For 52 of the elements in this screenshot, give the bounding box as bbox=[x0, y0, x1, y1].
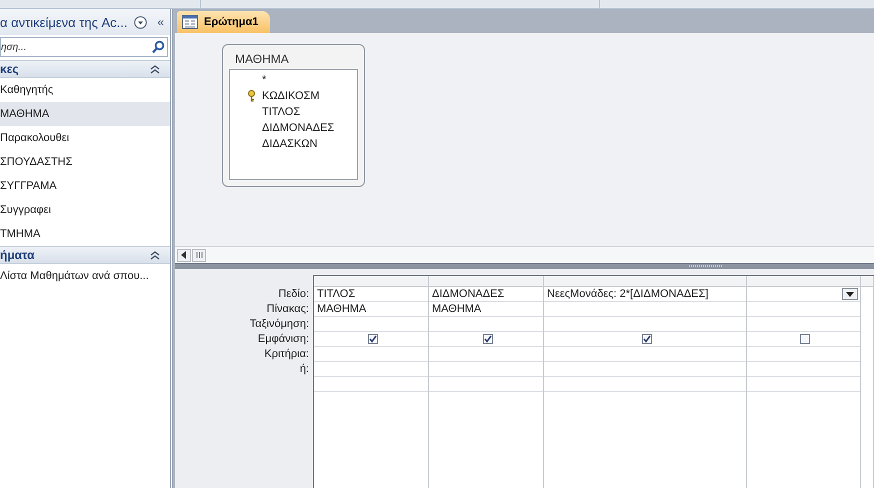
grid-cell[interactable]: ΔΙΔΜΟΝΑΔΕΣ bbox=[429, 287, 543, 302]
show-checkbox[interactable] bbox=[642, 334, 652, 344]
field-name[interactable]: * bbox=[250, 72, 357, 88]
grid-cell[interactable] bbox=[747, 287, 860, 302]
row-label: Πίνακας: bbox=[266, 302, 309, 317]
dropdown-button[interactable] bbox=[842, 288, 858, 300]
row-label: Ταξινόμηση: bbox=[250, 317, 309, 332]
group-header[interactable]: κες bbox=[0, 60, 170, 78]
left-arrow-icon bbox=[181, 251, 187, 259]
nav-item[interactable]: Συγγραφει bbox=[0, 198, 170, 222]
grid-cell[interactable]: ΝεεςΜονάδες: 2*[ΔΙΔΜΟΝΑΔΕΣ] bbox=[544, 287, 746, 302]
field-name[interactable]: ΔΙΔΑΣΚΩΝ bbox=[250, 136, 357, 152]
field-name[interactable]: ΤΙΤΛΟΣ bbox=[250, 104, 357, 120]
column-selector[interactable] bbox=[314, 276, 428, 287]
caret-icon bbox=[846, 292, 854, 296]
column-selector[interactable] bbox=[429, 276, 543, 287]
pane-title: α αντικείμενα της Ac... bbox=[0, 14, 129, 30]
grid-cell[interactable]: ΜΑΘΗΜΑ bbox=[314, 302, 428, 317]
field-name[interactable]: ΔΙΔΜΟΝΑΔΕΣ bbox=[250, 120, 357, 136]
column-selector[interactable] bbox=[544, 276, 746, 287]
dropdown-icon[interactable] bbox=[134, 16, 148, 28]
show-checkbox[interactable] bbox=[800, 334, 810, 344]
row-label: Κριτήρια: bbox=[264, 347, 309, 362]
show-checkbox[interactable] bbox=[482, 334, 492, 344]
grip-lines-icon bbox=[196, 252, 202, 258]
scroll-left-button[interactable] bbox=[177, 248, 191, 262]
row-label: ή: bbox=[300, 362, 309, 377]
group-title: ήματα bbox=[0, 248, 34, 262]
nav-item[interactable]: Παρακολουθει bbox=[0, 126, 170, 150]
group-header[interactable]: ήματα bbox=[0, 246, 170, 264]
query-icon bbox=[182, 15, 198, 29]
row-label: Εμφάνιση: bbox=[258, 332, 309, 347]
nav-item[interactable]: ΣΥΓΓΡΑΜΑ bbox=[0, 174, 170, 198]
group-title: κες bbox=[0, 62, 19, 76]
table-box[interactable]: ΜΑΘΗΜΑ * ΚΩΔΙΚΟΣΜ ΤΙΤΛΟΣ ΔΙΔΜΟΝΑΔΕΣ ΔΙΔΑΣΚΩΝ bbox=[222, 44, 365, 187]
nav-item[interactable]: ΜΑΘΗΜΑ bbox=[0, 102, 170, 126]
collapse-button[interactable]: « bbox=[155, 15, 166, 29]
nav-item[interactable]: ΤΜΗΜΑ bbox=[0, 222, 170, 246]
chevron-icon[interactable] bbox=[150, 64, 160, 74]
grid-cell[interactable]: ΜΑΘΗΜΑ bbox=[429, 302, 543, 317]
chevron-icon[interactable] bbox=[150, 250, 160, 260]
grid-cell[interactable]: ΤΙΤΛΟΣ bbox=[314, 287, 428, 302]
column-selector[interactable] bbox=[861, 276, 873, 287]
nav-item[interactable]: Καθηγητής bbox=[0, 78, 170, 102]
show-checkbox[interactable] bbox=[368, 334, 378, 344]
scroll-thumb[interactable] bbox=[192, 248, 206, 262]
row-label: Πεδίο: bbox=[278, 287, 309, 302]
nav-item[interactable]: ΣΠΟΥΔΑΣΤΗΣ bbox=[0, 150, 170, 174]
document-tab[interactable]: Ερώτημα1 bbox=[177, 11, 270, 33]
table-title: ΜΑΘΗΜΑ bbox=[234, 51, 290, 68]
nav-item[interactable]: Λίστα Μαθημάτων ανά σπου... bbox=[0, 264, 170, 288]
field-name[interactable]: ΚΩΔΙΚΟΣΜ bbox=[250, 88, 357, 104]
